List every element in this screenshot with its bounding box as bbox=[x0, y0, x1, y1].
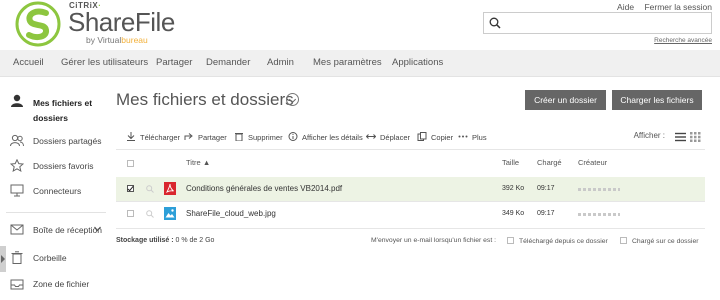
trash-icon bbox=[235, 133, 243, 141]
sidebar-item-label: Boîte de réception bbox=[33, 225, 102, 235]
sidebar-collapse-handle[interactable] bbox=[0, 246, 6, 272]
file-toolbar: Télécharger Partager Supprimer Afficher … bbox=[116, 125, 705, 149]
person-icon bbox=[11, 94, 23, 107]
column-size[interactable]: Taille bbox=[502, 158, 519, 167]
inbox-icon bbox=[10, 279, 24, 290]
search-input[interactable] bbox=[506, 15, 706, 31]
logo-byline: by Virtualbureau bbox=[86, 35, 148, 45]
toolbar-divider bbox=[116, 149, 705, 150]
creator-redacted bbox=[578, 213, 620, 216]
notify-uploaded-option[interactable]: Chargé sur ce dossier bbox=[620, 237, 699, 245]
pdf-file-icon bbox=[164, 182, 176, 195]
file-size: 392 Ko bbox=[502, 185, 525, 192]
download-button[interactable]: Télécharger bbox=[126, 132, 180, 142]
column-creator[interactable]: Créateur bbox=[578, 158, 607, 167]
file-uploaded-time: 09:17 bbox=[537, 210, 555, 217]
nav-settings[interactable]: Mes paramètres bbox=[313, 57, 382, 68]
row-checkbox[interactable] bbox=[127, 185, 134, 192]
notify-uploaded-checkbox[interactable] bbox=[620, 237, 627, 244]
sharefile-logo[interactable]: CiTRiX ShareFile by Virtualbureau bbox=[14, 0, 199, 48]
grid-view-icon[interactable] bbox=[690, 132, 701, 142]
move-button[interactable]: Déplacer bbox=[366, 132, 410, 142]
creator-redacted bbox=[578, 188, 620, 191]
list-view-icon[interactable] bbox=[675, 132, 686, 142]
advanced-search-link[interactable]: Recherche avancée bbox=[654, 37, 712, 44]
file-name[interactable]: ShareFile_cloud_web.jpg bbox=[186, 209, 276, 218]
sharefile-page: CiTRiX ShareFile by Virtualbureau Aide F… bbox=[0, 0, 720, 300]
sidebar-item-label: Mes fichiers et dossiers bbox=[33, 98, 93, 123]
view-label: Afficher : bbox=[633, 131, 665, 140]
storage-label: Stockage utilisé : bbox=[116, 237, 174, 244]
share-button[interactable]: Partager bbox=[184, 132, 227, 142]
nav-home[interactable]: Accueil bbox=[13, 57, 44, 68]
create-folder-button[interactable]: Créer un dossier bbox=[525, 90, 606, 110]
notify-downloaded-option[interactable]: Téléchargé depuis ce dossier bbox=[507, 237, 608, 245]
nav-admin[interactable]: Admin bbox=[267, 57, 294, 68]
search-icon[interactable] bbox=[489, 17, 501, 29]
row-divider bbox=[116, 228, 705, 229]
column-uploaded[interactable]: Chargé bbox=[537, 158, 562, 167]
file-size: 349 Ko bbox=[502, 210, 525, 217]
notify-downloaded-checkbox[interactable] bbox=[507, 237, 514, 244]
sidebar-divider bbox=[6, 212, 106, 213]
preview-magnifier-icon[interactable] bbox=[146, 185, 154, 193]
move-arrows-icon bbox=[366, 134, 376, 139]
title-chevron-down-icon[interactable] bbox=[286, 93, 299, 106]
table-row[interactable]: Conditions générales de ventes VB2014.pd… bbox=[116, 177, 705, 201]
storage-value: 0 % de 2 Go bbox=[175, 237, 215, 244]
search-box[interactable] bbox=[483, 12, 712, 34]
storage-used: Stockage utilisé : 0 % de 2 Go bbox=[116, 237, 214, 244]
share-icon bbox=[184, 133, 193, 140]
column-title[interactable]: Titre ▲ bbox=[186, 158, 210, 167]
trash-icon bbox=[11, 251, 23, 264]
notify-label: M'envoyer un e-mail lorsqu'un fichier es… bbox=[371, 237, 496, 244]
sharefile-logo-icon bbox=[15, 1, 61, 47]
download-icon bbox=[127, 132, 135, 141]
header: CiTRiX ShareFile by Virtualbureau Aide F… bbox=[0, 0, 720, 50]
page-title: Mes fichiers et dossiers bbox=[116, 90, 294, 109]
show-details-button[interactable]: Afficher les détails bbox=[288, 132, 363, 142]
nav-apps[interactable]: Applications bbox=[392, 57, 443, 68]
file-name[interactable]: Conditions générales de ventes VB2014.pd… bbox=[186, 184, 342, 193]
sidebar-item-label: Dossiers favoris bbox=[33, 161, 94, 171]
main-nav: Accueil Gérer les utilisateurs Partager … bbox=[0, 50, 720, 77]
more-dots-icon bbox=[458, 135, 468, 138]
sort-ascending-icon: ▲ bbox=[202, 158, 211, 167]
nav-manage-users[interactable]: Gérer les utilisateurs bbox=[61, 57, 148, 68]
nav-share[interactable]: Partager bbox=[156, 57, 192, 68]
people-icon bbox=[10, 134, 24, 147]
sidebar: Mes fichiers et dossiers Dossiers partag… bbox=[0, 77, 110, 300]
chevron-down-icon[interactable] bbox=[94, 226, 101, 232]
sidebar-item-label: Connecteurs bbox=[33, 186, 82, 196]
info-icon bbox=[288, 132, 298, 141]
envelope-icon bbox=[10, 224, 24, 235]
sidebar-item-label: Zone de fichier bbox=[33, 279, 90, 289]
sharefile-wordmark: ShareFile bbox=[68, 7, 175, 37]
image-file-icon bbox=[164, 207, 176, 220]
copy-icon bbox=[417, 132, 427, 141]
file-uploaded-time: 09:17 bbox=[537, 185, 555, 192]
delete-button[interactable]: Supprimer bbox=[234, 132, 283, 142]
top-links: Aide Fermer la session bbox=[609, 2, 712, 12]
sidebar-item-label: Corbeille bbox=[33, 253, 67, 263]
select-all-checkbox[interactable] bbox=[127, 160, 134, 167]
copy-button[interactable]: Copier bbox=[417, 132, 453, 142]
table-header-row: Titre ▲ Taille Chargé Créateur bbox=[116, 152, 705, 176]
row-checkbox[interactable] bbox=[127, 210, 134, 217]
upload-files-button[interactable]: Charger les fichiers bbox=[612, 90, 702, 110]
more-button[interactable]: Plus bbox=[458, 132, 487, 142]
sidebar-item-label: Dossiers partagés bbox=[33, 136, 102, 146]
logout-link[interactable]: Fermer la session bbox=[644, 2, 712, 12]
preview-magnifier-icon[interactable] bbox=[146, 210, 154, 218]
star-icon bbox=[10, 159, 24, 172]
table-row[interactable]: ShareFile_cloud_web.jpg 349 Ko 09:17 bbox=[116, 202, 705, 226]
help-link[interactable]: Aide bbox=[617, 2, 634, 12]
monitor-icon bbox=[10, 184, 24, 197]
nav-request[interactable]: Demander bbox=[206, 57, 250, 68]
